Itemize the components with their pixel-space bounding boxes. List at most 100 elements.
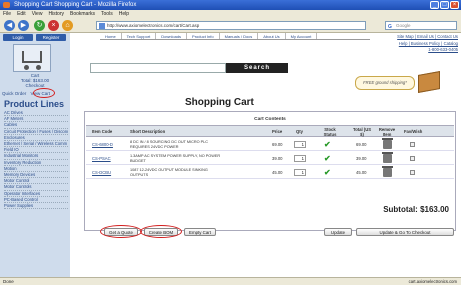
- item-code-link[interactable]: CS-DCBU: [92, 166, 111, 179]
- nav-product-info[interactable]: Product Info: [187, 33, 220, 39]
- register-button[interactable]: Register: [36, 34, 66, 41]
- qty-input[interactable]: 1: [294, 155, 306, 162]
- nav-about-us[interactable]: About Us: [258, 33, 286, 39]
- item-description: 8 DC IN / 8 SOURCING DC OUT MICRO PLC RE…: [130, 140, 208, 149]
- menu-tools[interactable]: Tools: [101, 10, 113, 18]
- in-stock-check-icon: ✔: [324, 168, 331, 177]
- item-total: 45.00: [356, 170, 367, 175]
- search-button[interactable]: Search: [226, 63, 288, 73]
- nav-tech-support[interactable]: Tech Support: [122, 33, 157, 39]
- cart-icon[interactable]: [13, 44, 51, 72]
- stop-button[interactable]: ×: [48, 20, 59, 31]
- in-stock-check-icon: ✔: [324, 154, 331, 163]
- web-page: Login Register Cart Total: $163.00 Check…: [0, 33, 461, 277]
- navigation-toolbar: ◀ ▶ ↻ × ⌂ http://www.axiomelectronics.co…: [0, 18, 461, 33]
- checkout-link[interactable]: Checkout: [0, 83, 70, 88]
- item-total: 69.00: [356, 142, 367, 147]
- site-links[interactable]: Site Map | Email Us | Contact Us: [392, 34, 458, 41]
- header-description: Short Description: [130, 129, 166, 134]
- red-annotation-circle: [100, 225, 142, 238]
- fav-checkbox[interactable]: [410, 170, 415, 175]
- address-text: http://www.axiomelectronics.com/cart/Car…: [107, 23, 200, 28]
- table-row: CS-DCBU 1087 12-24VDC OUTPUT MODULE SINK…: [86, 166, 454, 179]
- site-search: Search: [90, 63, 288, 73]
- header-qty: Qty: [296, 129, 303, 134]
- qty-input[interactable]: 1: [294, 141, 306, 148]
- home-button[interactable]: ⌂: [62, 20, 73, 31]
- table-row: CS-PSAC 1.3AMP AC SYSTEM POWER SUPPLY, N…: [86, 152, 454, 165]
- menu-edit[interactable]: Edit: [17, 10, 26, 18]
- sidebar: Login Register Cart Total: $163.00 Check…: [0, 33, 70, 277]
- cart-contents-panel: Cart Contents Item Code Short Descriptio…: [84, 111, 456, 231]
- page-icon: [99, 23, 105, 29]
- item-price: 69.00: [272, 142, 283, 147]
- nav-manuals[interactable]: Manuals / Docs: [220, 33, 259, 39]
- window-controls: _ □ ×: [430, 1, 459, 9]
- nav-downloads[interactable]: Downloads: [156, 33, 188, 39]
- qty-input[interactable]: 1: [294, 169, 306, 176]
- update-button[interactable]: Update: [324, 228, 352, 236]
- item-price: 45.00: [272, 170, 283, 175]
- free-shipping-banner[interactable]: FREE ground shipping*: [355, 76, 415, 90]
- header-right-links: Site Map | Email Us | Contact Us Help | …: [392, 34, 458, 54]
- header-remove: Remove Item: [378, 127, 396, 137]
- trash-icon[interactable]: [382, 152, 393, 163]
- header-stock-status: Stock Status: [323, 127, 337, 137]
- in-stock-check-icon: ✔: [324, 140, 331, 149]
- item-total: 39.00: [356, 156, 367, 161]
- item-code-link[interactable]: CS-6800-D: [92, 138, 113, 151]
- menu-help[interactable]: Help: [119, 10, 129, 18]
- maximize-button[interactable]: □: [440, 1, 449, 9]
- title-bar: Shopping Cart Shopping Cart - Mozilla Fi…: [0, 0, 461, 10]
- nav-home[interactable]: Home: [100, 33, 122, 39]
- product-line-item[interactable]: Power Supplies: [4, 203, 68, 210]
- item-price: 39.00: [272, 156, 283, 161]
- nav-my-account[interactable]: My Account: [286, 33, 318, 39]
- address-bar[interactable]: http://www.axiomelectronics.com/cart/Car…: [96, 21, 366, 30]
- header-price: Price: [272, 129, 283, 134]
- product-lines-list: AC Drives AF Meters Cables Circuit Prote…: [4, 110, 68, 210]
- table-row: CS-6800-D 8 DC IN / 8 SOURCING DC OUT MI…: [86, 138, 454, 151]
- header-total: Total (US $): [352, 127, 372, 137]
- search-box[interactable]: G Google: [385, 21, 457, 30]
- menu-bar: File Edit View History Bookmarks Tools H…: [0, 10, 461, 18]
- red-annotation-circle: [140, 225, 182, 238]
- item-code-link[interactable]: CS-PSAC: [92, 152, 111, 165]
- trash-icon[interactable]: [382, 138, 393, 149]
- table-header: Item Code Short Description Price Qty St…: [86, 125, 454, 137]
- menu-history[interactable]: History: [48, 10, 64, 18]
- firefox-icon: [3, 2, 10, 8]
- minimize-button[interactable]: _: [430, 1, 439, 9]
- product-lines-title: Product Lines: [4, 99, 65, 109]
- fav-checkbox[interactable]: [410, 142, 415, 147]
- close-button[interactable]: ×: [450, 1, 459, 9]
- cart-subtotal: Subtotal: $163.00: [383, 205, 449, 214]
- item-description: 1087 12-24VDC OUTPUT MODULE SINKING OUTP…: [130, 168, 208, 177]
- login-button[interactable]: Login: [3, 34, 33, 41]
- header-item-code[interactable]: Item Code: [92, 129, 112, 134]
- back-button[interactable]: ◀: [4, 20, 15, 31]
- status-text: Done: [3, 279, 14, 284]
- window-title: Shopping Cart Shopping Cart - Mozilla Fi…: [14, 2, 137, 8]
- google-icon: G: [388, 24, 392, 30]
- cart-action-buttons: Get a Quote Create BOM Empty Cart Update…: [84, 225, 456, 238]
- menu-file[interactable]: File: [3, 10, 11, 18]
- site-search-input[interactable]: [90, 63, 226, 73]
- reload-button[interactable]: ↻: [34, 20, 45, 31]
- menu-view[interactable]: View: [32, 10, 43, 18]
- cart-contents-title: Cart Contents: [254, 117, 286, 122]
- quick-order-link[interactable]: Quick Order: [2, 91, 26, 96]
- search-placeholder: Google: [396, 23, 411, 28]
- phone-number: 1-800-633-0405: [428, 47, 458, 52]
- update-checkout-button[interactable]: Update & Go To Checkout: [356, 228, 454, 236]
- fav-checkbox[interactable]: [410, 156, 415, 161]
- status-bar: Done cart.axiomelectronics.com: [0, 277, 461, 285]
- item-description: 1.3AMP AC SYSTEM POWER SUPPLY, NO POWER …: [130, 154, 221, 163]
- empty-cart-button[interactable]: Empty Cart: [184, 228, 216, 236]
- page-title: Shopping Cart: [185, 97, 254, 108]
- menu-bookmarks[interactable]: Bookmarks: [70, 10, 95, 18]
- trash-icon[interactable]: [382, 166, 393, 177]
- top-navigation: Home Tech Support Downloads Product Info…: [100, 33, 370, 40]
- forward-button[interactable]: ▶: [18, 20, 29, 31]
- red-annotation-circle: [33, 88, 55, 98]
